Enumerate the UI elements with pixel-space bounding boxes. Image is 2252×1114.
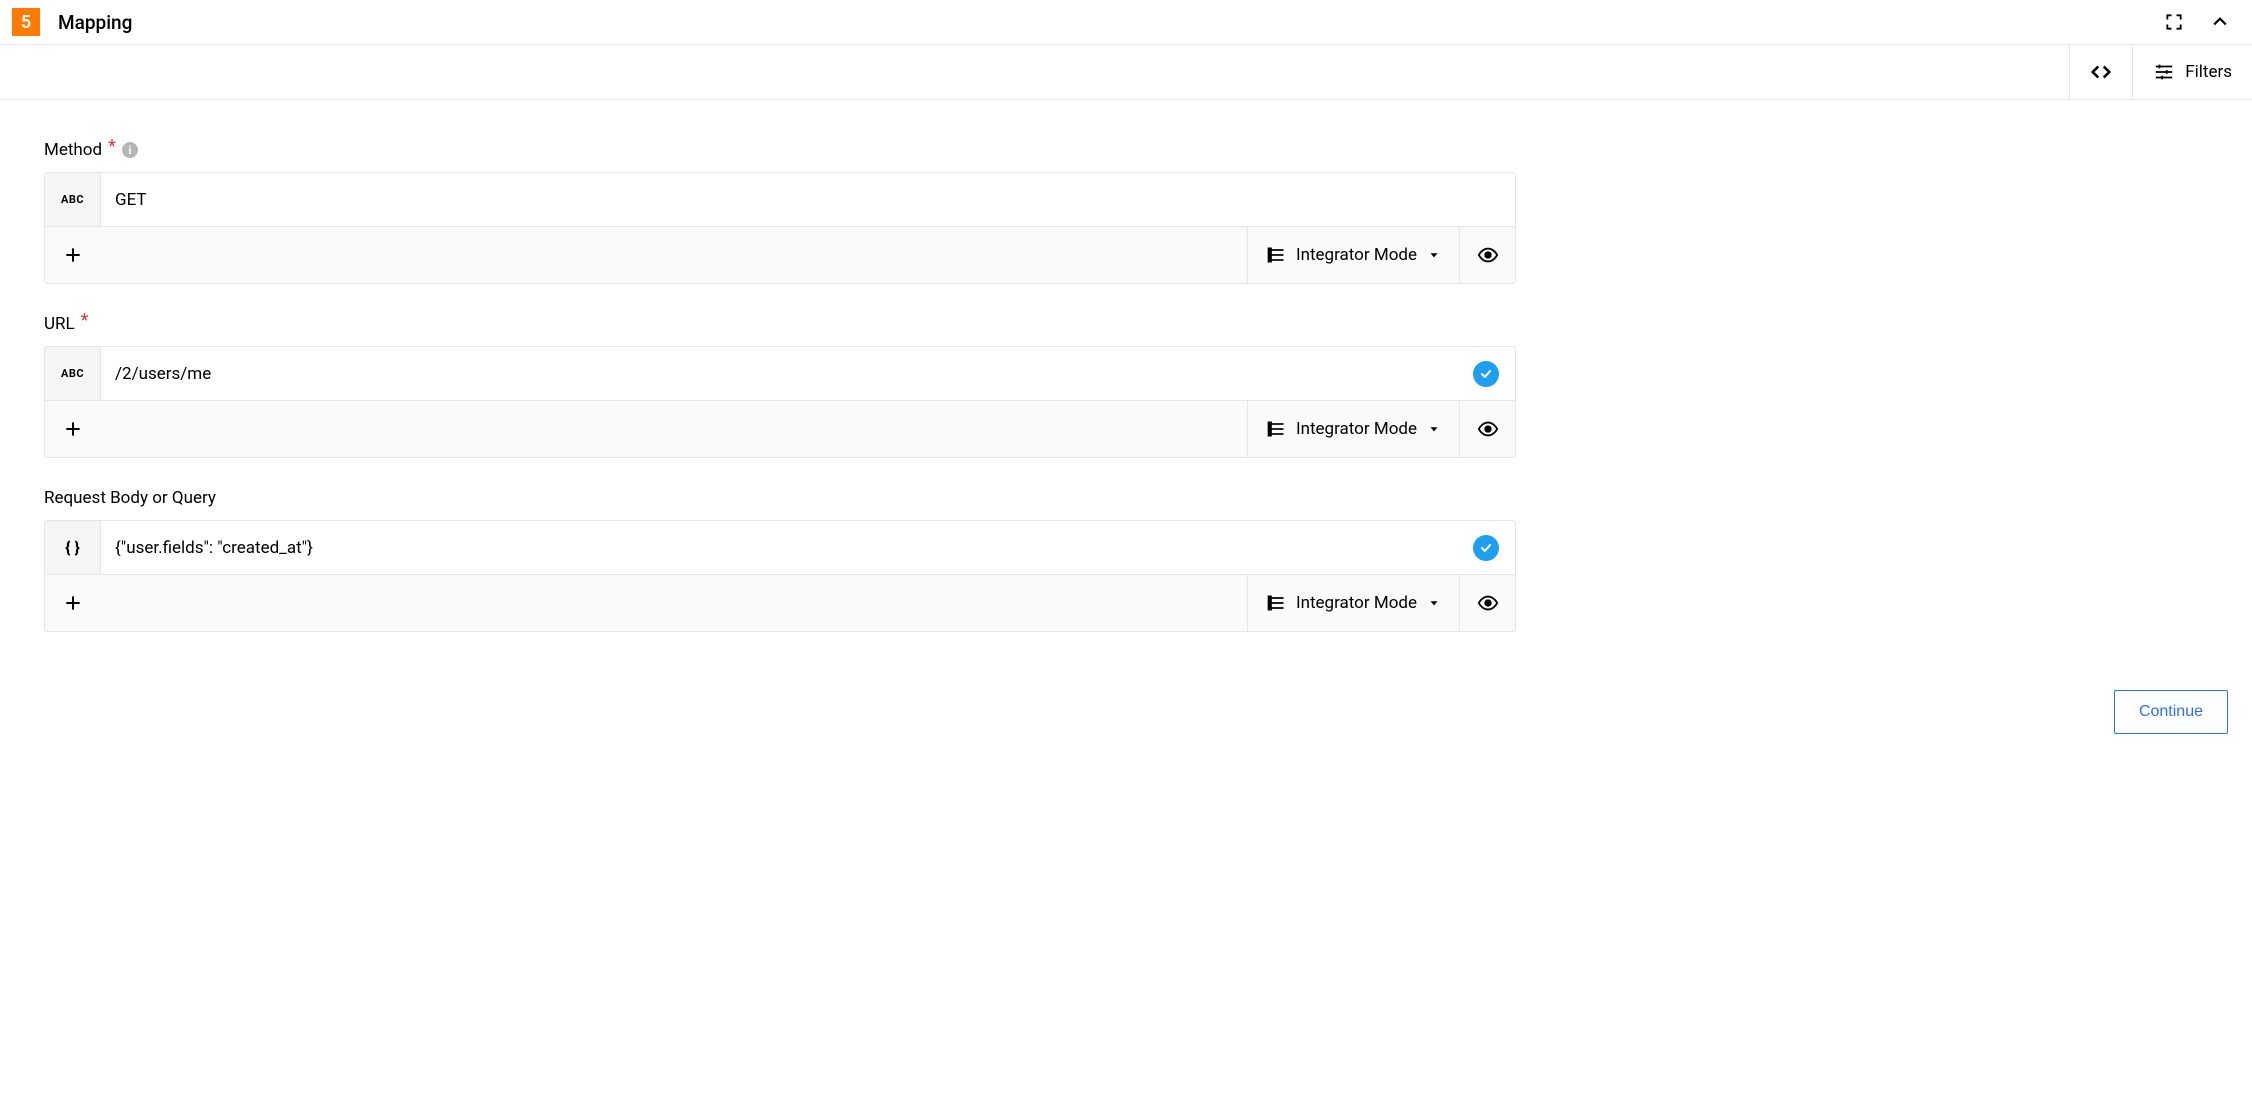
required-star-icon: *: [81, 316, 89, 325]
add-row-button[interactable]: [45, 575, 101, 631]
method-label-row: Method * i: [44, 140, 1516, 160]
section-header: 5 Mapping: [0, 0, 2252, 44]
body-field-group: Request Body or Query { }: [44, 488, 1516, 632]
body-input-card: { } Integrator Mode: [44, 520, 1516, 632]
section-title: Mapping: [58, 11, 132, 34]
expand-icon[interactable]: [2162, 10, 2186, 34]
preview-button[interactable]: [1459, 227, 1515, 283]
mode-selector[interactable]: Integrator Mode: [1247, 575, 1459, 631]
valid-check-icon: [1473, 535, 1499, 561]
add-row-button[interactable]: [45, 227, 101, 283]
valid-check-icon: [1473, 361, 1499, 387]
mode-selector-label: Integrator Mode: [1296, 419, 1417, 439]
filters-label: Filters: [2185, 62, 2232, 82]
method-input[interactable]: [101, 173, 1515, 226]
method-field-group: Method * i ABC Integrator Mode: [44, 140, 1516, 284]
abc-type-chip: ABC: [45, 173, 101, 226]
caret-down-icon: [1427, 422, 1441, 436]
mode-selector[interactable]: Integrator Mode: [1247, 401, 1459, 457]
footer: Continue: [0, 682, 2252, 758]
caret-down-icon: [1427, 596, 1441, 610]
form-area: Method * i ABC Integrator Mode: [0, 100, 1560, 682]
abc-type-chip: ABC: [45, 347, 101, 400]
caret-down-icon: [1427, 248, 1441, 262]
json-type-chip: { }: [45, 521, 101, 574]
preview-button[interactable]: [1459, 401, 1515, 457]
add-row-button[interactable]: [45, 401, 101, 457]
mode-selector-label: Integrator Mode: [1296, 593, 1417, 613]
collapse-chevron-icon[interactable]: [2208, 10, 2232, 34]
step-number: 5: [21, 12, 31, 33]
body-input[interactable]: [101, 521, 1465, 574]
url-label-row: URL *: [44, 314, 1516, 334]
continue-button[interactable]: Continue: [2114, 690, 2228, 734]
mode-selector-label: Integrator Mode: [1296, 245, 1417, 265]
mode-selector[interactable]: Integrator Mode: [1247, 227, 1459, 283]
required-star-icon: *: [108, 142, 116, 151]
url-field-group: URL * ABC In: [44, 314, 1516, 458]
body-label: Request Body or Query: [44, 488, 216, 508]
info-icon[interactable]: i: [122, 142, 138, 158]
url-input[interactable]: [101, 347, 1465, 400]
body-label-row: Request Body or Query: [44, 488, 1516, 508]
preview-button[interactable]: [1459, 575, 1515, 631]
method-input-card: ABC Integrator Mode: [44, 172, 1516, 284]
toolbar-strip: Filters: [0, 44, 2252, 100]
filters-button[interactable]: Filters: [2132, 45, 2252, 99]
method-label: Method: [44, 140, 102, 160]
url-label: URL: [44, 314, 75, 334]
step-number-badge: 5: [12, 8, 40, 36]
url-input-card: ABC Integrator Mode: [44, 346, 1516, 458]
code-toggle-button[interactable]: [2069, 45, 2132, 99]
